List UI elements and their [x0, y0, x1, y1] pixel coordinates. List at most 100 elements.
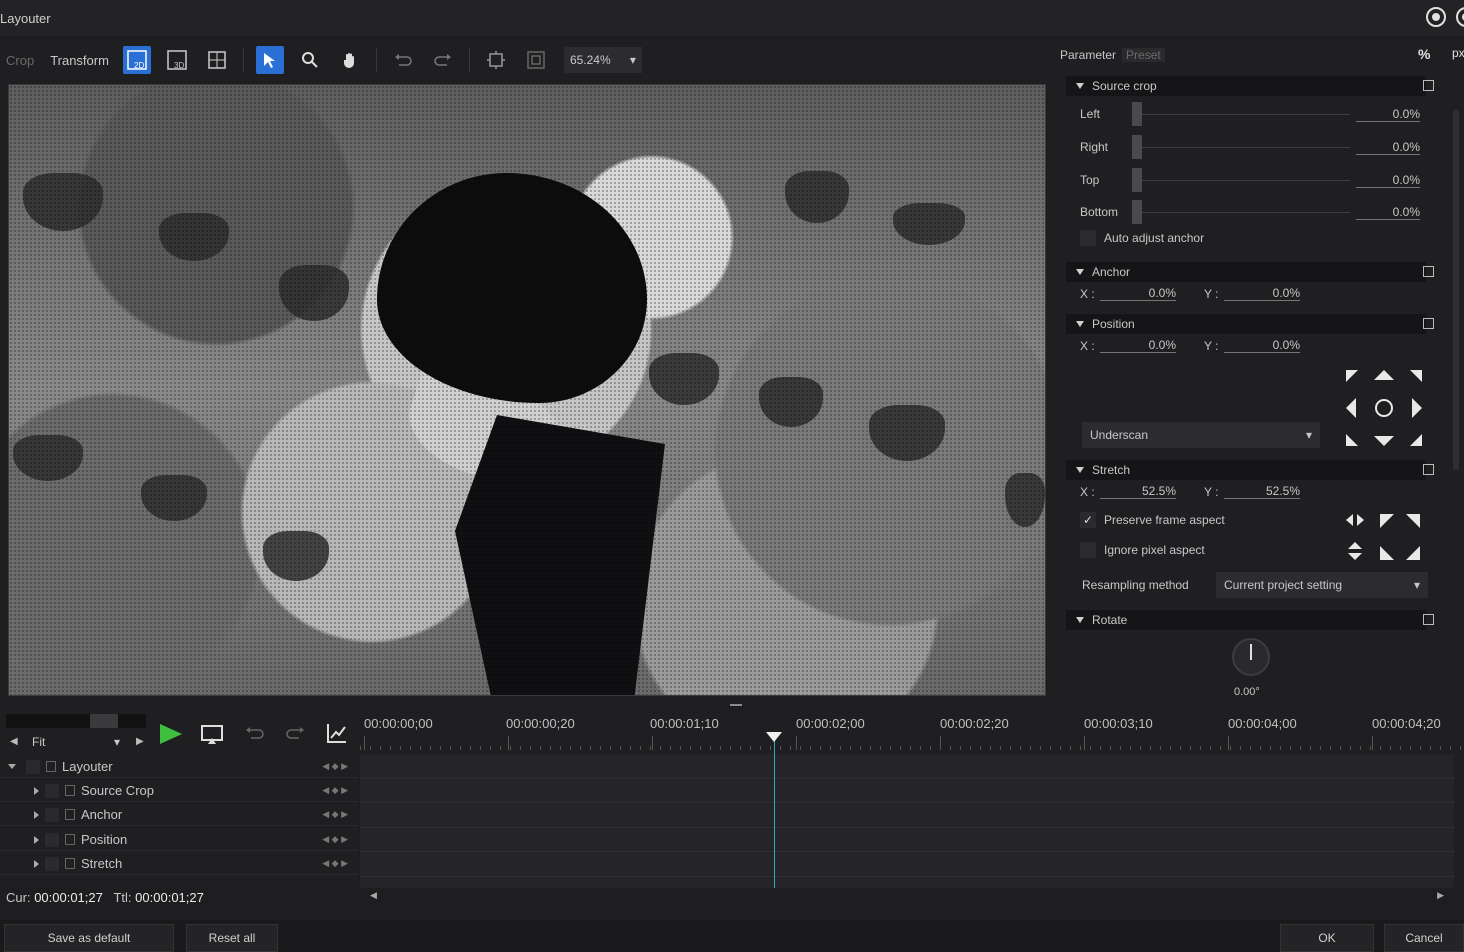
slider-track[interactable]: [1142, 211, 1350, 213]
enable-checkbox[interactable]: [45, 783, 59, 798]
anchor-x-value[interactable]: 0.0%: [1100, 286, 1176, 301]
keyframe-nav[interactable]: ◀ ◆ ▶: [322, 834, 348, 845]
collapse-icon[interactable]: [8, 764, 16, 769]
unit-px-toggle[interactable]: px: [1452, 46, 1464, 60]
scroll-thumb[interactable]: [1453, 110, 1459, 470]
ignore-pixel-checkbox[interactable]: [1080, 542, 1096, 558]
position-x-value[interactable]: 0.0%: [1100, 338, 1176, 353]
timeline-tracks[interactable]: [360, 754, 1454, 888]
reset-all-button[interactable]: Reset all: [186, 924, 278, 952]
section-source-crop[interactable]: Source crop: [1066, 76, 1434, 96]
expand-icon[interactable]: [34, 786, 39, 795]
safe-area-icon[interactable]: [522, 46, 550, 74]
hand-icon[interactable]: [336, 46, 364, 74]
crop-top-slider[interactable]: [1132, 168, 1142, 192]
redo-icon[interactable]: [284, 726, 306, 742]
cancel-button[interactable]: Cancel: [1384, 924, 1464, 952]
timeline-hscroll[interactable]: ◀ ▶: [360, 890, 1454, 906]
underscan-dropdown[interactable]: Underscan ▾: [1082, 422, 1320, 448]
preserve-aspect-checkbox[interactable]: ✓: [1080, 512, 1096, 528]
tree-row-stretch[interactable]: Stretch ◀ ◆ ▶: [0, 853, 358, 875]
view-3d-icon[interactable]: 3D: [163, 46, 191, 74]
slider-track[interactable]: [1142, 179, 1350, 181]
undo-icon[interactable]: [244, 726, 266, 742]
record-icon[interactable]: [1426, 7, 1446, 27]
enable-checkbox[interactable]: [26, 759, 40, 774]
chevron-left-icon[interactable]: ◀: [10, 736, 18, 747]
play-icon[interactable]: [158, 722, 184, 746]
stretch-y-value[interactable]: 52.5%: [1224, 484, 1300, 499]
reset-icon[interactable]: [1423, 614, 1434, 625]
unit-percent-toggle[interactable]: %: [1418, 46, 1430, 62]
keyframe-nav[interactable]: ◀ ◆ ▶: [322, 858, 348, 869]
view-2d-icon[interactable]: 2D: [122, 46, 151, 74]
tree-row-layouter[interactable]: Layouter ◀ ◆ ▶: [0, 756, 358, 778]
crop-bottom-slider[interactable]: [1132, 200, 1142, 224]
tree-row-position[interactable]: Position ◀ ◆ ▶: [0, 829, 358, 851]
undo-icon[interactable]: [389, 46, 417, 74]
tab-preset[interactable]: Preset: [1122, 48, 1165, 62]
section-stretch[interactable]: Stretch: [1066, 460, 1434, 480]
reset-icon[interactable]: [1423, 318, 1434, 329]
keyframe-nav[interactable]: ◀ ◆ ▶: [322, 761, 348, 772]
tree-row-source-crop[interactable]: Source Crop ◀ ◆ ▶: [0, 780, 358, 802]
section-rotate[interactable]: Rotate: [1066, 610, 1434, 630]
splitter-handle[interactable]: [730, 704, 742, 706]
fit-frame-icon[interactable]: [482, 46, 510, 74]
graph-icon[interactable]: [326, 722, 348, 744]
enable-checkbox[interactable]: [45, 807, 59, 822]
playhead-marker[interactable]: [766, 732, 782, 742]
mini-scrubber[interactable]: [6, 714, 146, 728]
tab-crop[interactable]: Crop: [6, 53, 34, 68]
redo-icon[interactable]: [429, 46, 457, 74]
playhead-line[interactable]: [774, 738, 775, 888]
crop-left-value[interactable]: 0.0%: [1356, 107, 1420, 122]
scroll-left-icon[interactable]: ◀: [370, 890, 377, 901]
fit-dropdown[interactable]: Fit ▾: [26, 732, 126, 752]
section-position[interactable]: Position: [1066, 314, 1434, 334]
zoom-dropdown[interactable]: 65.24% ▾: [563, 47, 642, 73]
reset-icon[interactable]: [1423, 464, 1434, 475]
tab-parameter[interactable]: Parameter: [1060, 48, 1116, 62]
preview-canvas[interactable]: [8, 84, 1046, 696]
anchor-y-value[interactable]: 0.0%: [1224, 286, 1300, 301]
grid-icon[interactable]: [203, 46, 231, 74]
timeline-ruler[interactable]: 00:00:00;00 00:00:00;20 00:00:01;10 00:0…: [360, 710, 1464, 754]
crop-right-slider[interactable]: [1132, 135, 1142, 159]
reset-icon[interactable]: [1423, 266, 1434, 277]
scrubber-thumb[interactable]: [90, 714, 118, 728]
crop-top-value[interactable]: 0.0%: [1356, 173, 1420, 188]
loop-play-icon[interactable]: [200, 724, 224, 746]
rotate-value[interactable]: 0.00°: [1234, 686, 1260, 698]
slider-track[interactable]: [1142, 113, 1350, 115]
tab-transform[interactable]: Transform: [50, 53, 109, 68]
zoom-icon[interactable]: [296, 46, 324, 74]
tree-row-anchor[interactable]: Anchor ◀ ◆ ▶: [0, 804, 358, 826]
crop-bottom-value[interactable]: 0.0%: [1356, 205, 1420, 220]
crop-left-slider[interactable]: [1132, 102, 1142, 126]
select-arrow-icon[interactable]: [255, 46, 284, 74]
section-anchor[interactable]: Anchor: [1066, 262, 1434, 282]
settings-icon[interactable]: [1456, 7, 1464, 27]
reset-icon[interactable]: [1423, 80, 1434, 91]
keyframe-nav[interactable]: ◀ ◆ ▶: [322, 785, 348, 796]
auto-adjust-checkbox[interactable]: [1080, 230, 1096, 246]
resampling-dropdown[interactable]: Current project setting ▾: [1216, 572, 1428, 598]
slider-track[interactable]: [1142, 146, 1350, 148]
ok-button[interactable]: OK: [1280, 924, 1374, 952]
crop-right-value[interactable]: 0.0%: [1356, 140, 1420, 155]
track-scrollbar[interactable]: [1454, 754, 1464, 888]
expand-icon[interactable]: [34, 859, 39, 868]
expand-icon[interactable]: [34, 810, 39, 819]
stretch-x-value[interactable]: 52.5%: [1100, 484, 1176, 499]
scroll-right-icon[interactable]: ▶: [1437, 890, 1444, 901]
chevron-right-icon[interactable]: ▶: [136, 736, 144, 747]
rotate-knob[interactable]: [1232, 638, 1270, 676]
enable-checkbox[interactable]: [45, 856, 59, 871]
expand-icon[interactable]: [34, 835, 39, 844]
keyframe-nav[interactable]: ◀ ◆ ▶: [322, 809, 348, 820]
position-y-value[interactable]: 0.0%: [1224, 338, 1300, 353]
panel-scrollbar[interactable]: [1452, 70, 1460, 695]
save-as-default-button[interactable]: Save as default: [4, 924, 174, 952]
enable-checkbox[interactable]: [45, 832, 59, 847]
